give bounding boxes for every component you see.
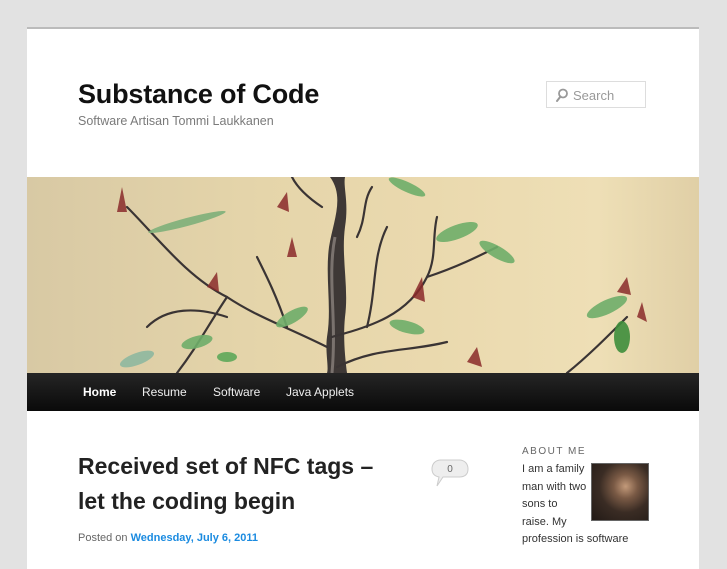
comments-link[interactable]: 0	[431, 459, 469, 489]
posted-on-label: Posted on	[78, 532, 128, 544]
post-title[interactable]: Received set of NFC tags – let the codin…	[78, 449, 398, 519]
site-description: Software Artisan Tommi Laukkanen	[78, 114, 274, 128]
search-icon	[556, 88, 568, 102]
post-meta: Posted on Wednesday, July 6, 2011	[78, 532, 258, 544]
author-photo	[591, 463, 649, 521]
widget-title: ABOUT ME	[522, 446, 587, 457]
page-container: Substance of Code Software Artisan Tommi…	[27, 27, 699, 569]
about-widget: I am a family man with two sons to raise…	[522, 461, 652, 549]
site-title[interactable]: Substance of Code	[78, 79, 319, 110]
main-navigation: Home Resume Software Java Applets	[27, 373, 699, 411]
search-input[interactable]	[573, 86, 643, 104]
nav-item-home[interactable]: Home	[83, 385, 116, 399]
nav-item-java-applets[interactable]: Java Applets	[286, 385, 354, 399]
post-date-link[interactable]: Wednesday, July 6, 2011	[131, 532, 258, 544]
comment-count: 0	[447, 464, 453, 475]
nav-item-resume[interactable]: Resume	[142, 385, 187, 399]
bonsai-illustration	[117, 177, 647, 373]
header-image[interactable]	[27, 177, 699, 373]
nav-item-software[interactable]: Software	[213, 385, 260, 399]
search-form[interactable]	[546, 81, 646, 108]
